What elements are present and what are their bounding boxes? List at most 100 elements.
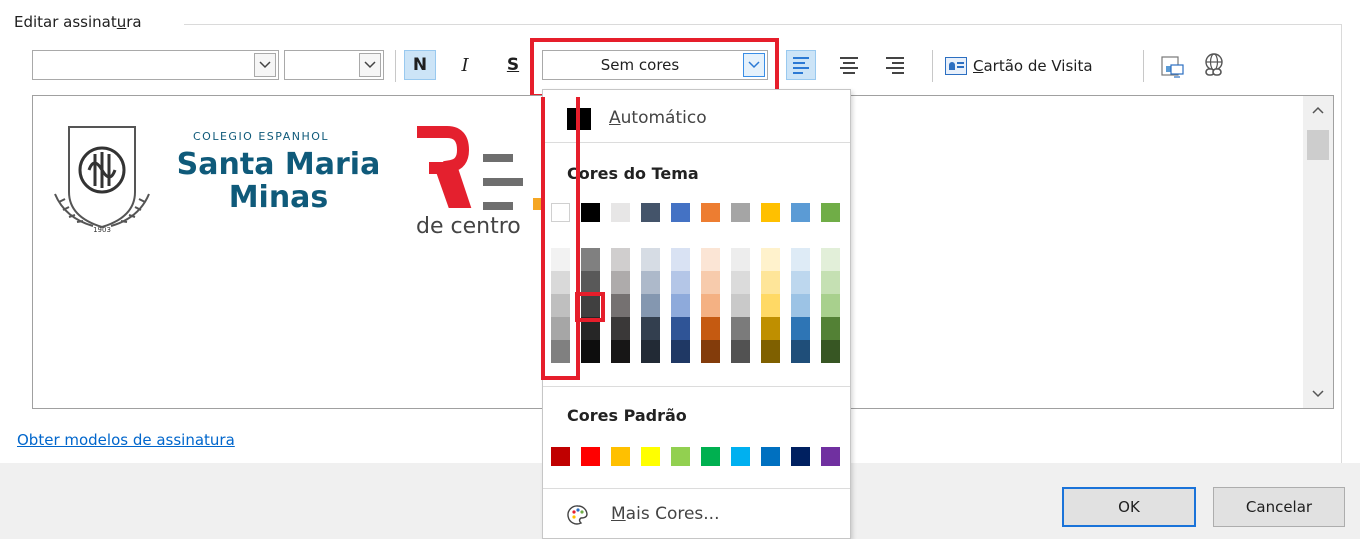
scroll-down-icon[interactable] — [1303, 384, 1333, 404]
annotation-column-highlight — [541, 97, 580, 380]
theme-shade-swatch[interactable] — [641, 248, 660, 271]
theme-shade-swatch[interactable] — [761, 340, 780, 363]
theme-shade-swatch[interactable] — [701, 294, 720, 317]
cancel-button[interactable]: Cancelar — [1213, 487, 1345, 527]
editor-scrollbar[interactable] — [1303, 96, 1333, 408]
italic-button[interactable]: I — [450, 50, 480, 80]
theme-shade-swatch[interactable] — [821, 340, 840, 363]
standard-color-swatch[interactable] — [671, 447, 690, 466]
theme-shade-swatch[interactable] — [611, 294, 630, 317]
theme-shade-swatch[interactable] — [731, 317, 750, 340]
align-left-button[interactable] — [786, 50, 816, 80]
ok-button[interactable]: OK — [1062, 487, 1196, 527]
standard-color-swatch[interactable] — [821, 447, 840, 466]
automatic-color-item[interactable]: Automático — [543, 94, 850, 140]
more-colors-item[interactable]: Mais Cores... — [543, 490, 850, 536]
theme-shade-swatch[interactable] — [611, 340, 630, 363]
theme-shade-swatch[interactable] — [641, 317, 660, 340]
theme-color-swatch[interactable] — [761, 203, 780, 222]
standard-color-swatch[interactable] — [581, 447, 600, 466]
underline-button[interactable]: S — [498, 50, 528, 80]
standard-color-swatch[interactable] — [791, 447, 810, 466]
standard-color-swatch[interactable] — [641, 447, 660, 466]
logo-school-line1: Santa Maria — [176, 147, 381, 182]
theme-color-swatch[interactable] — [671, 203, 690, 222]
theme-color-swatch[interactable] — [821, 203, 840, 222]
standard-color-swatch[interactable] — [731, 447, 750, 466]
theme-shade-swatch[interactable] — [641, 271, 660, 294]
standard-color-swatch[interactable] — [551, 447, 570, 466]
theme-shade-swatch[interactable] — [701, 271, 720, 294]
chevron-down-icon[interactable] — [359, 53, 381, 77]
theme-shade-swatch[interactable] — [731, 248, 750, 271]
font-name-select[interactable] — [32, 50, 279, 80]
toolbar-separator — [1143, 50, 1144, 82]
scroll-thumb[interactable] — [1307, 130, 1329, 160]
theme-shade-swatch[interactable] — [611, 248, 630, 271]
theme-shade-swatch[interactable] — [671, 317, 690, 340]
business-card-icon — [945, 57, 967, 75]
theme-shade-swatch[interactable] — [611, 271, 630, 294]
business-card-button[interactable]: Cartão de Visita — [945, 52, 1093, 80]
theme-shade-swatch[interactable] — [791, 294, 810, 317]
annotation-cell-highlight — [575, 292, 605, 322]
theme-shade-swatch[interactable] — [821, 317, 840, 340]
theme-shade-swatch[interactable] — [641, 340, 660, 363]
theme-shade-swatch[interactable] — [671, 340, 690, 363]
theme-shade-swatch[interactable] — [581, 248, 600, 271]
theme-color-swatch[interactable] — [611, 203, 630, 222]
theme-shade-swatch[interactable] — [821, 271, 840, 294]
theme-color-swatch[interactable] — [701, 203, 720, 222]
menu-separator — [543, 142, 850, 143]
theme-shade-swatch[interactable] — [761, 317, 780, 340]
theme-color-swatch[interactable] — [581, 203, 600, 222]
logo-school-line2: Minas — [228, 180, 329, 215]
picture-icon — [1161, 56, 1184, 78]
theme-shade-swatch[interactable] — [731, 271, 750, 294]
insert-hyperlink-button[interactable] — [1199, 52, 1229, 80]
theme-shade-swatch[interactable] — [701, 317, 720, 340]
group-border-right — [1341, 24, 1342, 464]
font-size-select[interactable] — [284, 50, 384, 80]
theme-shade-swatch[interactable] — [791, 271, 810, 294]
theme-shade-swatch[interactable] — [761, 248, 780, 271]
theme-shade-swatch[interactable] — [821, 248, 840, 271]
theme-shade-swatch[interactable] — [671, 248, 690, 271]
get-signature-templates-link[interactable]: Obter modelos de assinatura — [17, 431, 235, 449]
chevron-down-icon[interactable] — [254, 53, 276, 77]
school-seal-logo: 1903 — [49, 122, 155, 238]
theme-shade-swatch[interactable] — [641, 294, 660, 317]
theme-shade-swatch[interactable] — [581, 340, 600, 363]
theme-shade-swatch[interactable] — [791, 317, 810, 340]
theme-shade-swatch[interactable] — [701, 340, 720, 363]
automatic-color-label: Automático — [609, 108, 707, 128]
theme-shade-swatch[interactable] — [791, 340, 810, 363]
theme-color-swatch[interactable] — [731, 203, 750, 222]
standard-color-swatch[interactable] — [761, 447, 780, 466]
theme-shade-swatch[interactable] — [821, 294, 840, 317]
theme-shade-swatch[interactable] — [731, 340, 750, 363]
theme-color-swatch[interactable] — [791, 203, 810, 222]
theme-shade-swatch[interactable] — [581, 271, 600, 294]
theme-color-swatch[interactable] — [641, 203, 660, 222]
theme-shade-swatch[interactable] — [611, 317, 630, 340]
bold-button[interactable]: N — [404, 50, 436, 80]
more-colors-label: Mais Cores... — [611, 504, 720, 524]
theme-shade-swatch[interactable] — [761, 294, 780, 317]
theme-shade-swatch[interactable] — [701, 248, 720, 271]
standard-color-swatch[interactable] — [701, 447, 720, 466]
theme-shade-swatch[interactable] — [671, 271, 690, 294]
seal-year: 1903 — [93, 226, 111, 234]
scroll-up-icon[interactable] — [1303, 100, 1333, 120]
align-center-button[interactable] — [834, 50, 864, 80]
toolbar-separator — [932, 50, 933, 82]
logo-school-small-text: COLEGIO ESPANHOL — [193, 130, 330, 143]
standard-color-swatch[interactable] — [611, 447, 630, 466]
align-right-button[interactable] — [880, 50, 910, 80]
theme-shade-swatch[interactable] — [671, 294, 690, 317]
theme-shade-swatch[interactable] — [761, 271, 780, 294]
theme-shade-swatch[interactable] — [791, 248, 810, 271]
theme-shade-swatch[interactable] — [731, 294, 750, 317]
menu-separator — [543, 386, 850, 387]
insert-picture-button[interactable] — [1157, 52, 1187, 80]
